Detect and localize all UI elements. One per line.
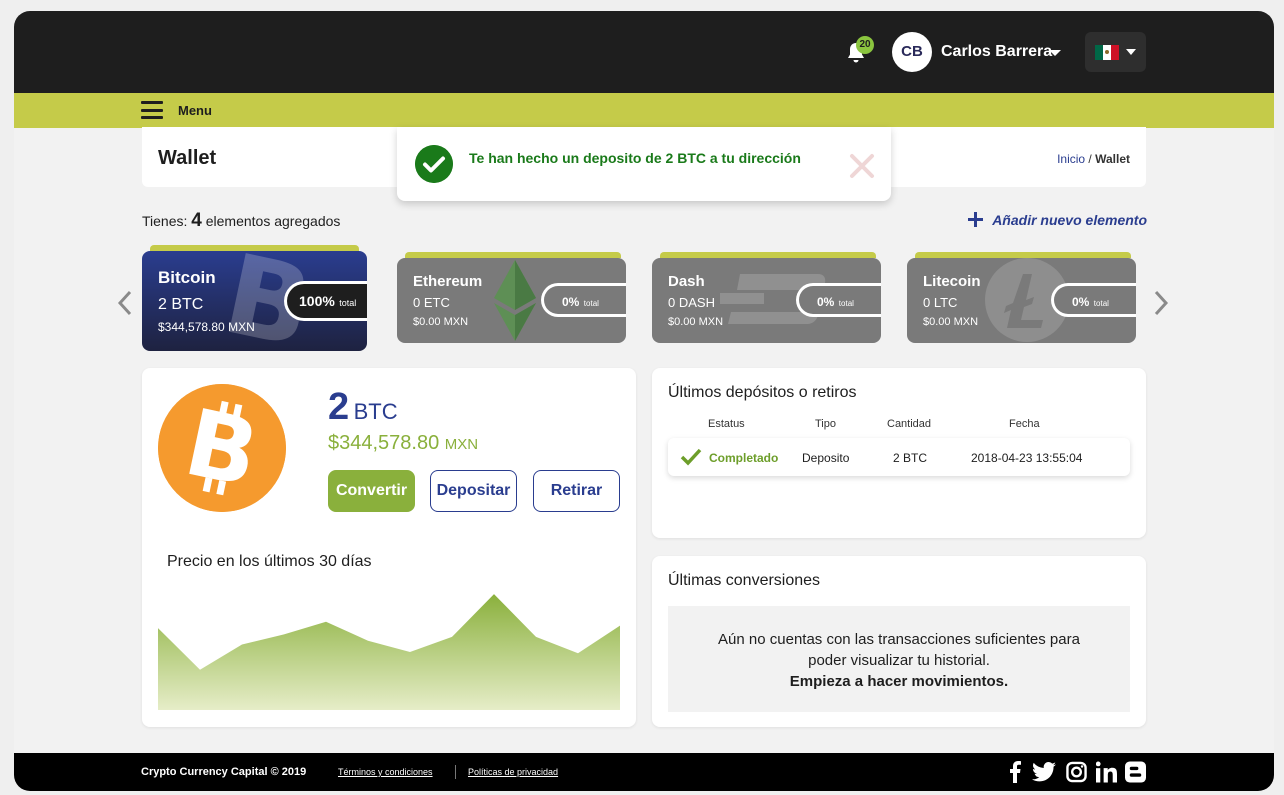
bitcoin-icon: B bbox=[158, 384, 286, 512]
card-coin-fiat: $0.00 MXN bbox=[923, 316, 979, 328]
chevron-down-icon[interactable] bbox=[1049, 50, 1061, 56]
language-selector[interactable] bbox=[1085, 32, 1146, 72]
deposits-title: Últimos depósitos o retiros bbox=[668, 384, 857, 401]
hamburger-icon[interactable] bbox=[141, 101, 163, 119]
card-coin-amount: 0 ETC bbox=[413, 295, 450, 310]
footer: Crypto Currency Capital © 2019 Términos … bbox=[14, 753, 1274, 791]
toast-message: Te han hecho un deposito de 2 BTC a tu d… bbox=[469, 150, 801, 166]
elements-count: Tienes: 4 elementos agregados bbox=[142, 210, 341, 231]
conversions-title: Últimas conversiones bbox=[668, 572, 821, 589]
card-coin-fiat: $344,578.80 MXN bbox=[158, 320, 255, 334]
breadcrumb: Inicio / Wallet bbox=[1057, 152, 1130, 166]
card-coin-name: Ethereum bbox=[413, 273, 483, 290]
chevron-left-icon[interactable] bbox=[116, 289, 134, 317]
add-element-link[interactable]: Añadir nuevo elemento bbox=[967, 211, 1147, 228]
menu-label[interactable]: Menu bbox=[178, 103, 212, 118]
withdraw-button[interactable]: Retirar bbox=[533, 470, 620, 512]
card-coin-name: Litecoin bbox=[923, 273, 981, 290]
privacy-link[interactable]: Políticas de privacidad bbox=[468, 767, 558, 777]
convert-button[interactable]: Convertir bbox=[328, 470, 415, 512]
breadcrumb-current: Wallet bbox=[1095, 152, 1130, 166]
deposits-panel: Últimos depósitos o retiros Estatus Tipo… bbox=[652, 368, 1146, 538]
conversions-panel: Últimas conversiones Aún no cuentas con … bbox=[652, 556, 1146, 727]
linkedin-icon[interactable] bbox=[1096, 761, 1117, 783]
wallet-card-bitcoin[interactable]: B Bitcoin 2 BTC $344,578.80 MXN 100% tot… bbox=[142, 251, 367, 351]
mexico-flag-icon bbox=[1095, 45, 1119, 60]
coin-balance: 2 BTC bbox=[328, 386, 398, 428]
wallet-card-ethereum[interactable]: Ethereum 0 ETC $0.00 MXN 0% total bbox=[397, 258, 626, 343]
card-coin-fiat: $0.00 MXN bbox=[413, 316, 469, 328]
deposit-button[interactable]: Depositar bbox=[430, 470, 517, 512]
plus-icon bbox=[968, 212, 984, 227]
blogger-icon[interactable] bbox=[1125, 761, 1146, 783]
column-header-status: Estatus bbox=[708, 418, 745, 430]
ethereum-icon bbox=[494, 260, 536, 341]
twitter-icon[interactable] bbox=[1032, 761, 1056, 783]
card-coin-name: Dash bbox=[668, 273, 705, 290]
facebook-icon[interactable] bbox=[1009, 761, 1021, 783]
page-title: Wallet bbox=[158, 147, 217, 169]
chart-title: Precio en los últimos 30 días bbox=[167, 553, 372, 570]
breadcrumb-separator: / bbox=[1085, 152, 1096, 166]
notification-badge: 20 bbox=[856, 36, 874, 54]
coin-fiat-balance: $344,578.80 MXN bbox=[328, 432, 479, 454]
terms-link[interactable]: Términos y condiciones bbox=[338, 767, 433, 777]
check-circle-icon bbox=[415, 145, 453, 183]
price-area-chart bbox=[158, 594, 620, 710]
card-coin-name: Bitcoin bbox=[158, 268, 216, 287]
tx-status: Completado bbox=[709, 451, 779, 465]
deposit-toast: Te han hecho un deposito de 2 BTC a tu d… bbox=[397, 127, 891, 201]
close-icon[interactable] bbox=[849, 153, 875, 179]
wallet-card-litecoin[interactable]: Litecoin 0 LTC $0.00 MXN 0% total bbox=[907, 258, 1136, 343]
card-coin-amount: 0 LTC bbox=[923, 295, 958, 310]
tx-type: Deposito bbox=[802, 451, 850, 465]
column-header-amount: Cantidad bbox=[887, 418, 932, 430]
user-name[interactable]: Carlos Barrera bbox=[941, 43, 1052, 61]
footer-copyright: Crypto Currency Capital © 2019 bbox=[141, 766, 307, 778]
instagram-icon[interactable] bbox=[1066, 761, 1087, 783]
top-bar: 20 CB Carlos Barrera bbox=[14, 11, 1274, 93]
elements-count-number: 4 bbox=[191, 210, 202, 231]
check-icon bbox=[680, 448, 702, 466]
column-header-type: Tipo bbox=[815, 418, 836, 430]
wallet-card-dash[interactable]: Dash 0 DASH $0.00 MXN 0% total bbox=[652, 258, 881, 343]
column-header-date: Fecha bbox=[1009, 418, 1040, 430]
conversions-empty-state: Aún no cuentas con las transacciones suf… bbox=[668, 606, 1130, 712]
card-coin-fiat: $0.00 MXN bbox=[668, 316, 724, 328]
card-percent-badge: 0% total bbox=[541, 283, 626, 317]
card-percent-badge: 0% total bbox=[1051, 283, 1136, 317]
tx-amount: 2 BTC bbox=[893, 451, 928, 465]
tx-date: 2018-04-23 13:55:04 bbox=[971, 451, 1083, 465]
breadcrumb-home-link[interactable]: Inicio bbox=[1057, 152, 1085, 166]
avatar[interactable]: CB bbox=[892, 32, 932, 72]
chevron-right-icon[interactable] bbox=[1152, 289, 1170, 317]
chart-area-series bbox=[158, 594, 620, 710]
app-frame: 20 CB Carlos Barrera Menu Wallet Inicio … bbox=[14, 11, 1274, 791]
card-percent-badge: 100% total bbox=[284, 281, 367, 321]
card-percent-badge: 0% total bbox=[796, 283, 881, 317]
menu-bar: Menu bbox=[14, 93, 1274, 128]
card-coin-amount: 2 BTC bbox=[158, 296, 204, 313]
card-coin-amount: 0 DASH bbox=[668, 295, 715, 310]
table-row[interactable]: Completado Deposito 2 BTC 2018-04-23 13:… bbox=[668, 438, 1130, 476]
empty-state-cta: Empieza a hacer movimientos. bbox=[789, 673, 1009, 690]
chevron-down-icon bbox=[1126, 49, 1136, 55]
coin-detail-panel: B 2 BTC $344,578.80 MXN Convertir Deposi… bbox=[142, 368, 636, 727]
